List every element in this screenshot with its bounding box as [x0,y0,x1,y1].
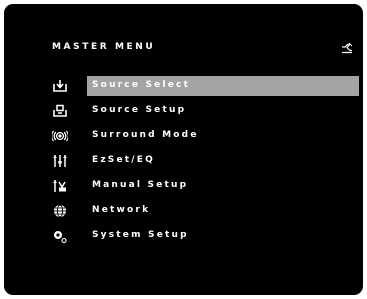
menu-item-label: Source Select [92,80,191,90]
menu-item-label: System Setup [92,230,189,240]
source-select-icon [52,79,68,93]
master-menu-screen: MASTER MENU Source Select Source Setup S… [4,4,363,295]
menu-item-label: EzSet/EQ [92,155,155,165]
system-setup-icon [52,229,68,243]
menu-item-source-setup[interactable]: Source Setup [4,99,363,124]
source-setup-icon [52,104,68,118]
network-globe-icon [52,204,68,218]
menu-item-label: Surround Mode [92,130,199,140]
menu-item-highlight: Source Select [87,76,359,96]
mute-speaker-icon [341,41,353,54]
menu-item-label: Manual Setup [92,180,189,190]
menu-item-surround-mode[interactable]: Surround Mode [4,124,363,149]
menu-item-network[interactable]: Network [4,199,363,224]
menu-item-system-setup[interactable]: System Setup [4,224,363,249]
menu-item-manual-setup[interactable]: Manual Setup [4,174,363,199]
menu-item-label: Source Setup [92,105,187,115]
ezset-eq-icon [52,154,68,168]
menu-item-source-select[interactable]: Source Select [4,74,363,99]
surround-mode-icon [52,129,68,143]
manual-setup-icon [52,179,68,193]
menu-item-label: Network [92,205,151,215]
menu-title: MASTER MENU [52,42,156,52]
master-menu-list: Source Select Source Setup Surround Mode… [4,74,363,249]
menu-item-ezset-eq[interactable]: EzSet/EQ [4,149,363,174]
